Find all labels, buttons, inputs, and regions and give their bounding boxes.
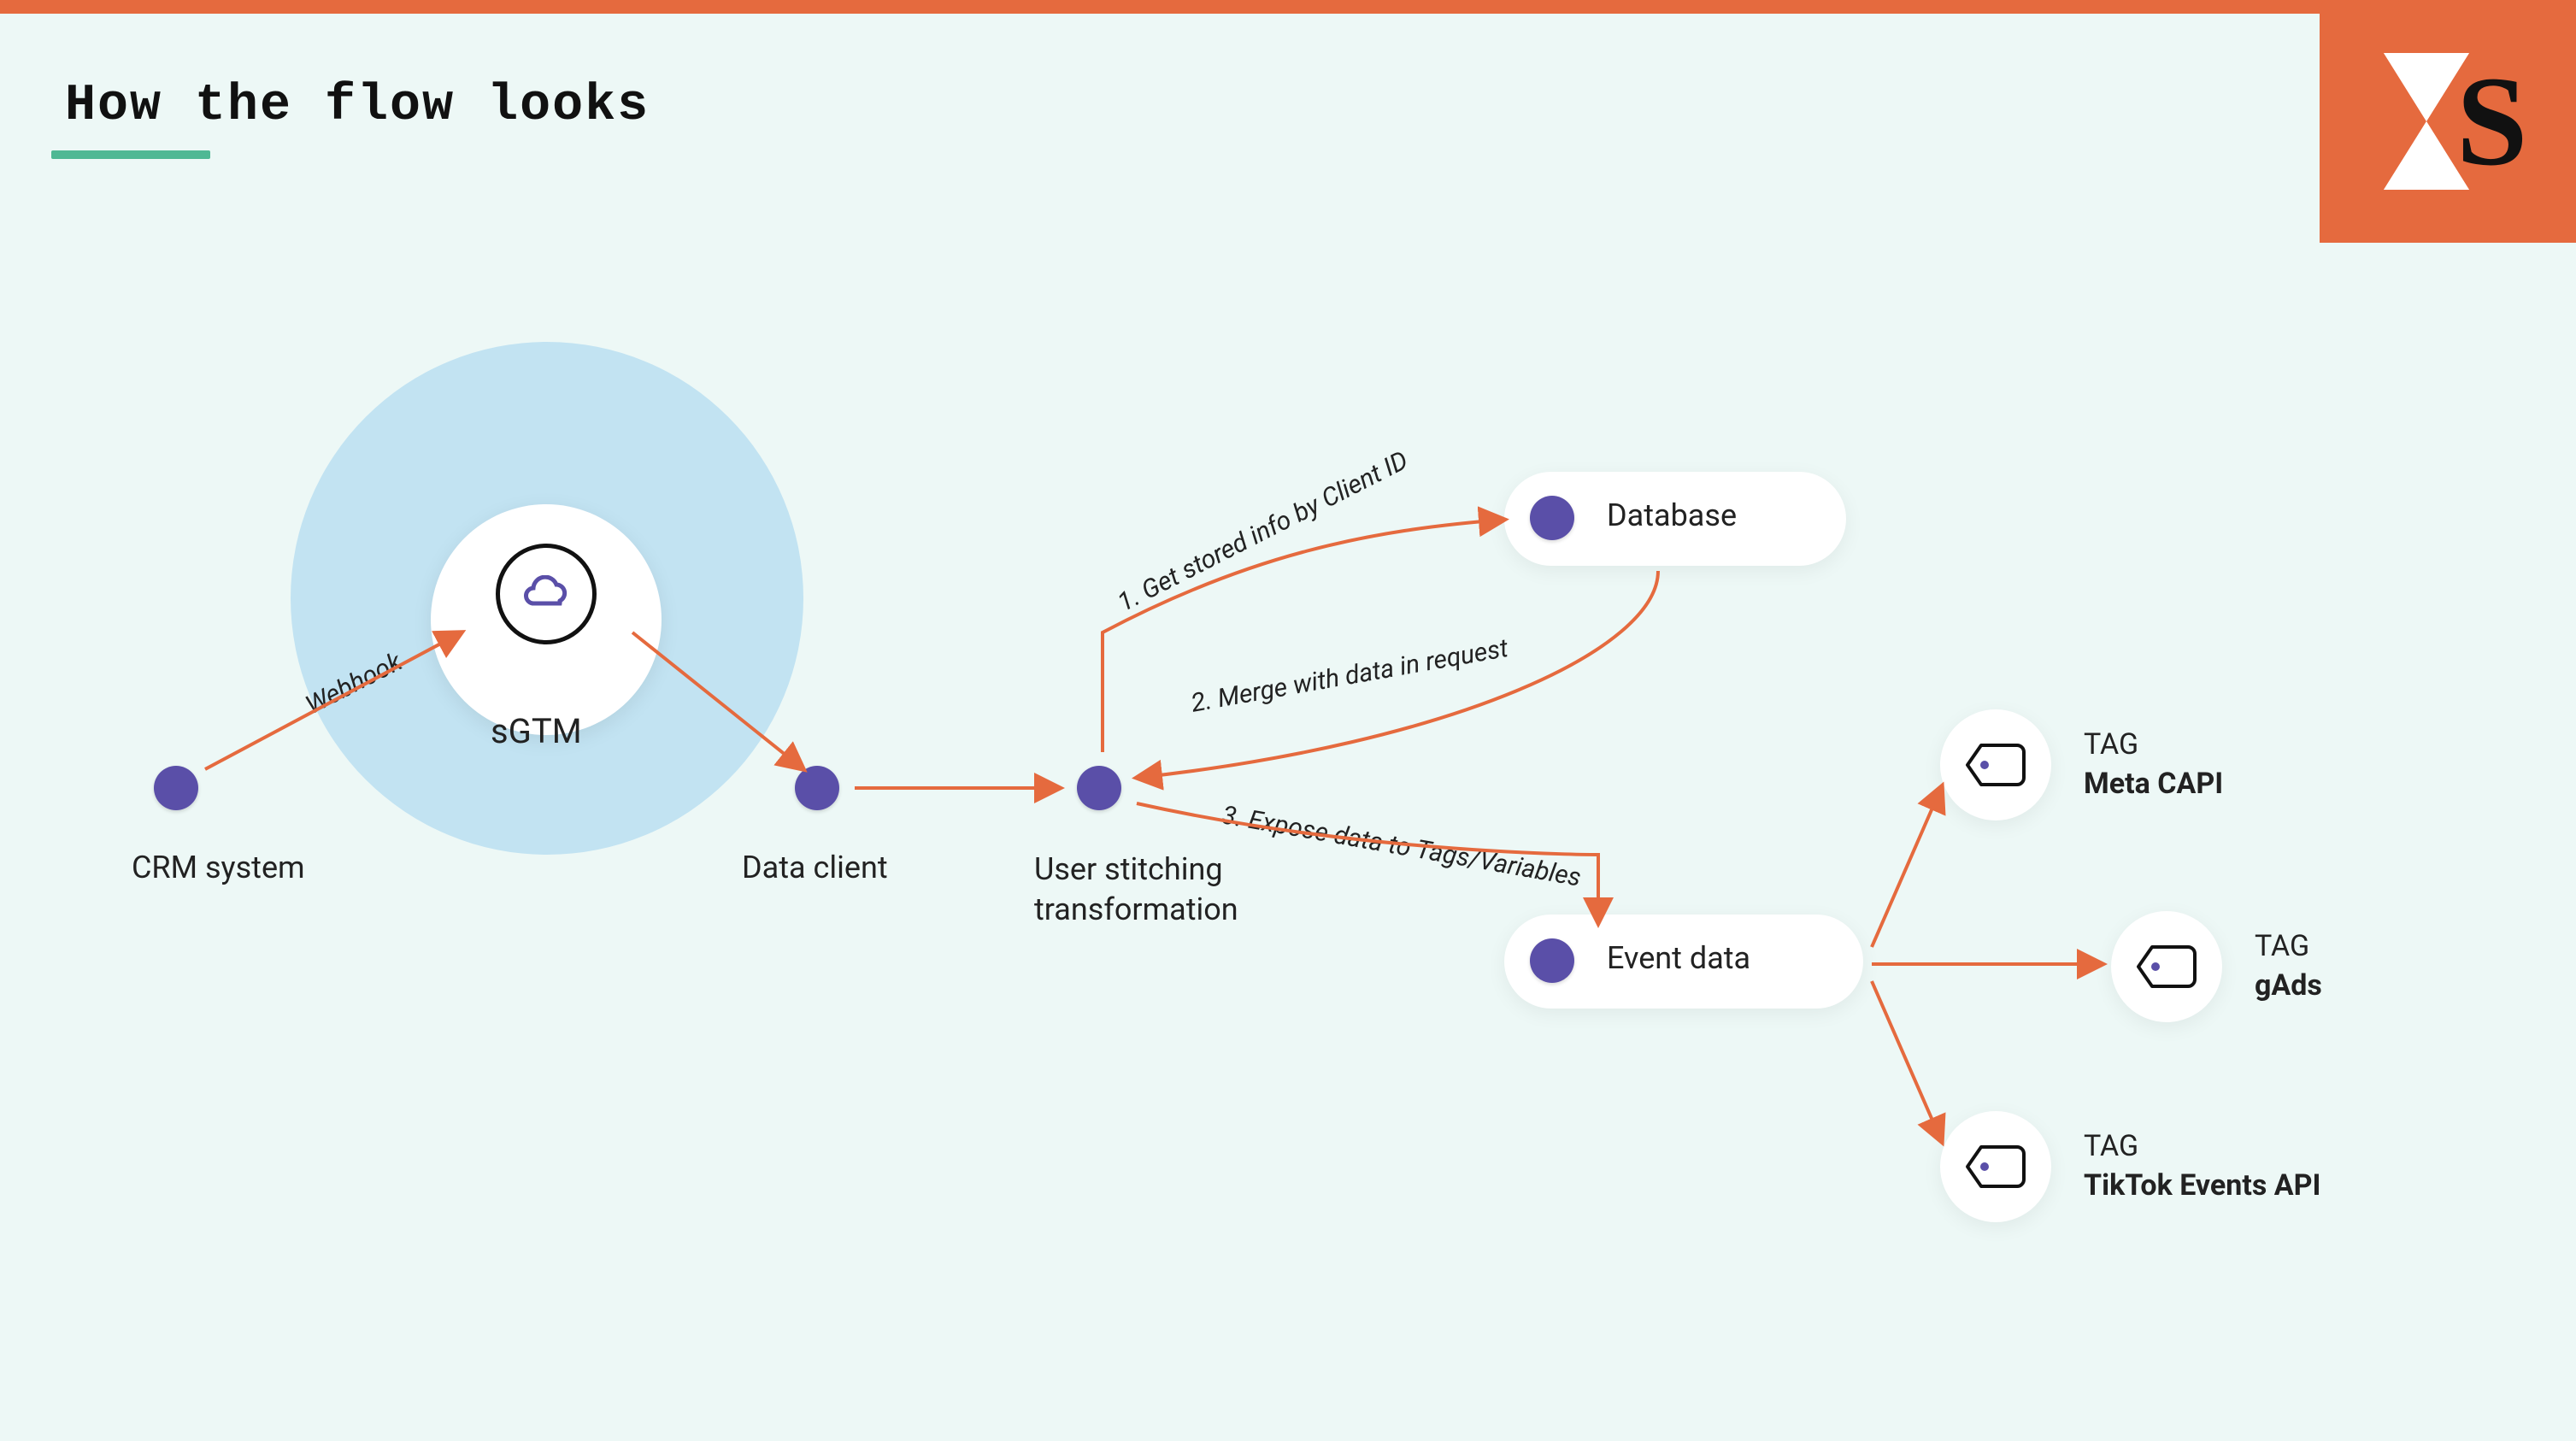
brand-logo: S xyxy=(2320,0,2576,243)
title-underline xyxy=(51,150,210,159)
user-stitching-node xyxy=(1077,766,1121,810)
user-stitching-label: User stitching transformation xyxy=(1034,850,1238,930)
data-client-label: Data client xyxy=(742,850,888,885)
event-data-node xyxy=(1530,938,1574,983)
tag-meta-top: TAG xyxy=(2084,726,2223,765)
event-data-label: Event data xyxy=(1607,940,1750,976)
cloud-icon xyxy=(496,544,597,644)
tag-gads-bottom: gAds xyxy=(2255,967,2322,1006)
logo-letter: S xyxy=(2456,50,2525,192)
data-client-node xyxy=(795,766,839,810)
crm-node xyxy=(154,766,198,810)
tag-icon xyxy=(2111,911,2222,1022)
tag-gads-top: TAG xyxy=(2255,927,2322,967)
edge-step2-label: 2. Merge with data in request xyxy=(1189,633,1510,719)
sgtm-node xyxy=(431,504,662,735)
database-node xyxy=(1530,496,1574,540)
hourglass-s-icon: S xyxy=(2371,44,2525,198)
database-label: Database xyxy=(1607,497,1737,533)
edge-step3-label: 3. Expose data to Tags/Variables xyxy=(1220,800,1584,892)
tag-tiktok-top: TAG xyxy=(2084,1127,2320,1167)
user-stitching-label-line2: transformation xyxy=(1034,891,1238,927)
top-accent-bar xyxy=(0,0,2576,14)
tag-gads: TAG gAds xyxy=(2111,911,2322,1022)
tag-meta-bottom: Meta CAPI xyxy=(2084,765,2223,804)
crm-label: CRM system xyxy=(132,850,305,885)
page-title: How the flow looks xyxy=(65,77,650,135)
tag-icon xyxy=(1940,1111,2051,1222)
edge-step1-label: 1. Get stored info by Client ID xyxy=(1113,445,1413,618)
tag-icon xyxy=(1940,709,2051,820)
tag-tiktok: TAG TikTok Events API xyxy=(1940,1111,2320,1222)
tag-tiktok-bottom: TikTok Events API xyxy=(2084,1167,2320,1206)
tag-meta-capi: TAG Meta CAPI xyxy=(1940,709,2223,820)
user-stitching-label-line1: User stitching xyxy=(1034,851,1223,887)
sgtm-label: sGTM xyxy=(491,711,582,751)
